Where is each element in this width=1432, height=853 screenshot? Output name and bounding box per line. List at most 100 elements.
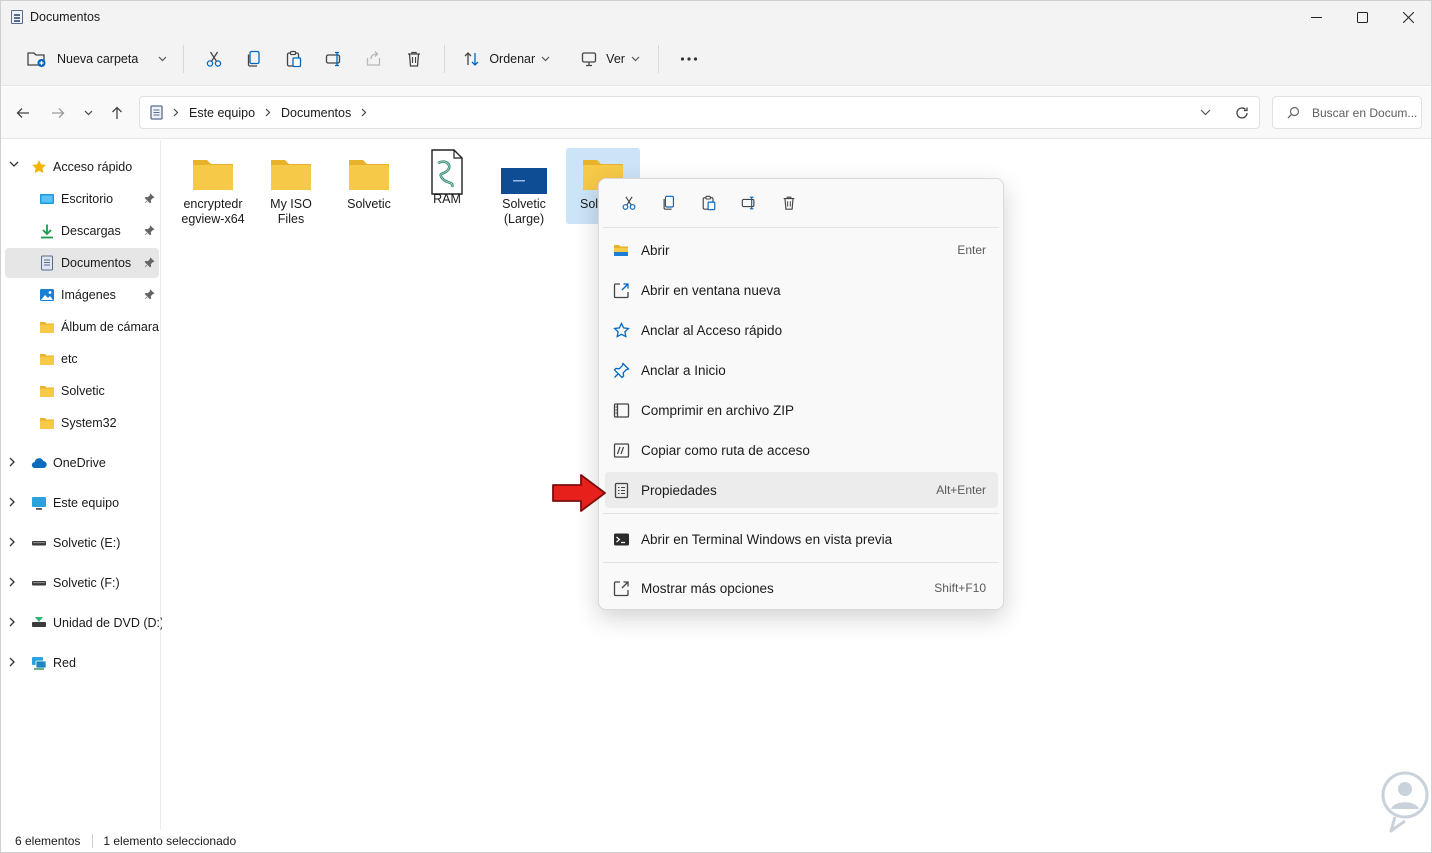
menu-item-comprimir-zip[interactable]: Comprimir en archivo ZIP: [605, 392, 998, 428]
sidebar-item-quick-access[interactable]: Acceso rápido: [5, 152, 159, 182]
computer-icon: [32, 497, 46, 510]
download-icon: [41, 224, 53, 239]
pin-icon[interactable]: [144, 289, 155, 300]
context-rename-button[interactable]: [729, 189, 769, 217]
context-paste-button[interactable]: [689, 189, 729, 217]
breadcrumb-documentos[interactable]: Documentos: [281, 106, 351, 120]
sidebar-item-imagenes[interactable]: Imágenes: [5, 280, 159, 310]
sidebar-item-solvetic-e[interactable]: Solvetic (E:): [5, 528, 159, 558]
dvd-icon: [32, 617, 46, 627]
title-bar: Documentos: [1, 1, 1431, 33]
sort-dropdown[interactable]: Ordenar: [455, 41, 558, 77]
delete-button[interactable]: [394, 41, 434, 77]
drive-icon: [32, 581, 46, 586]
watermark-logo-icon: [1381, 771, 1429, 833]
chevron-down-icon[interactable]: [1200, 109, 1211, 116]
minimize-button[interactable]: [1293, 1, 1339, 33]
sidebar-item-label: OneDrive: [53, 456, 106, 470]
file-item[interactable]: RAM: [410, 148, 484, 224]
pin-icon[interactable]: [144, 225, 155, 236]
forward-button[interactable]: [44, 99, 72, 127]
sidebar-item-onedrive[interactable]: OneDrive: [5, 448, 159, 478]
copy-icon: [248, 50, 260, 67]
chevron-right-icon: [9, 577, 15, 587]
back-button[interactable]: [9, 99, 37, 127]
sidebar-item-label: Este equipo: [53, 496, 120, 510]
maximize-button[interactable]: [1339, 1, 1385, 33]
menu-item-abrir-ventana-nueva[interactable]: Abrir en ventana nueva: [605, 272, 998, 308]
cut-button[interactable]: [194, 41, 234, 77]
file-item[interactable]: encryptedr egview-x64: [176, 148, 250, 226]
divider: [657, 45, 659, 73]
sidebar-item-dvd[interactable]: Unidad de DVD (D:): [5, 608, 164, 638]
sidebar-item-label: Solvetic (F:): [53, 576, 120, 590]
new-folder-button[interactable]: Nueva carpeta: [25, 41, 173, 77]
copy-button[interactable]: [234, 41, 274, 77]
view-dropdown[interactable]: Ver: [572, 41, 648, 77]
sidebar-item-album-de-camara[interactable]: Álbum de cámara: [5, 312, 159, 342]
menu-item-label: Copiar como ruta de acceso: [641, 442, 810, 458]
context-menu: Abrir Enter Abrir en ventana nueva Ancla…: [598, 178, 1004, 610]
paste-icon: [287, 50, 302, 68]
menu-item-abrir[interactable]: Abrir Enter: [605, 232, 998, 268]
scissors-icon: [622, 196, 636, 210]
sidebar-item-red[interactable]: Red: [5, 648, 159, 678]
network-icon: [32, 657, 47, 670]
sidebar-item-solvetic-f[interactable]: Solvetic (F:): [5, 568, 159, 598]
path-icon: [613, 443, 630, 458]
close-button[interactable]: [1385, 1, 1431, 33]
folder-icon: [40, 418, 54, 429]
file-item[interactable]: My ISO Files: [254, 148, 328, 226]
star-icon: [613, 322, 630, 338]
menu-item-anclar-inicio[interactable]: Anclar a Inicio: [605, 352, 998, 388]
monitor-icon: [582, 52, 597, 67]
status-bar: 6 elementos 1 elemento seleccionado: [1, 830, 1431, 852]
file-item[interactable]: Solvetic: [332, 148, 406, 224]
search-box[interactable]: Buscar en Docum...: [1272, 96, 1422, 129]
menu-item-copiar-ruta[interactable]: Copiar como ruta de acceso: [605, 432, 998, 468]
breadcrumb-este-equipo[interactable]: Este equipo: [189, 106, 255, 120]
sidebar-item-etc[interactable]: etc: [5, 344, 159, 374]
context-copy-button[interactable]: [649, 189, 689, 217]
command-bar: Nueva carpeta Ordenar Ver: [1, 33, 1431, 86]
refresh-icon: [1236, 107, 1248, 119]
up-button[interactable]: [103, 99, 131, 127]
context-delete-button[interactable]: [769, 189, 809, 217]
file-item[interactable]: Solvetic (Large): [487, 148, 561, 226]
selection-count: 1 elemento seleccionado: [103, 834, 237, 848]
pin-icon[interactable]: [144, 257, 155, 268]
red-arrow-icon: [552, 474, 606, 512]
menu-item-terminal[interactable]: Abrir en Terminal Windows en vista previ…: [605, 521, 998, 557]
rename-button[interactable]: [314, 41, 354, 77]
sidebar-item-documentos[interactable]: Documentos: [5, 248, 159, 278]
arrow-up-icon: [112, 106, 122, 119]
chevron-right-icon: [9, 497, 15, 507]
search-placeholder: Buscar en Docum...: [1312, 105, 1418, 120]
sidebar-item-system32[interactable]: System32: [5, 408, 159, 438]
script-file-icon: [431, 149, 463, 195]
sidebar-item-este-equipo[interactable]: Este equipo: [5, 488, 159, 518]
folder-icon: [349, 160, 389, 190]
share-button[interactable]: [354, 41, 394, 77]
sidebar-item-solvetic[interactable]: Solvetic: [5, 376, 159, 406]
divider: [603, 513, 999, 514]
divider: [183, 45, 185, 73]
menu-item-anclar-acceso-rapido[interactable]: Anclar al Acceso rápido: [605, 312, 998, 348]
sidebar-item-escritorio[interactable]: Escritorio: [5, 184, 159, 214]
sidebar-item-label: Solvetic (E:): [53, 536, 121, 550]
pin-icon[interactable]: [144, 193, 155, 204]
refresh-button[interactable]: [1228, 99, 1256, 127]
more-button[interactable]: [669, 41, 709, 77]
menu-item-propiedades[interactable]: Propiedades Alt+Enter: [605, 472, 998, 508]
sidebar-item-label: Álbum de cámara: [61, 320, 159, 334]
arrow-left-icon: [16, 108, 29, 118]
address-bar[interactable]: Este equipo Documentos: [139, 96, 1260, 129]
recent-locations-button[interactable]: [75, 99, 101, 127]
sidebar-item-descargas[interactable]: Descargas: [5, 216, 159, 246]
sidebar-item-label: etc: [61, 352, 78, 366]
file-name: RAM: [433, 192, 461, 206]
folder-icon: [193, 160, 233, 190]
paste-button[interactable]: [274, 41, 314, 77]
context-cut-button[interactable]: [609, 189, 649, 217]
menu-item-mas-opciones[interactable]: Mostrar más opciones Shift+F10: [605, 570, 998, 606]
